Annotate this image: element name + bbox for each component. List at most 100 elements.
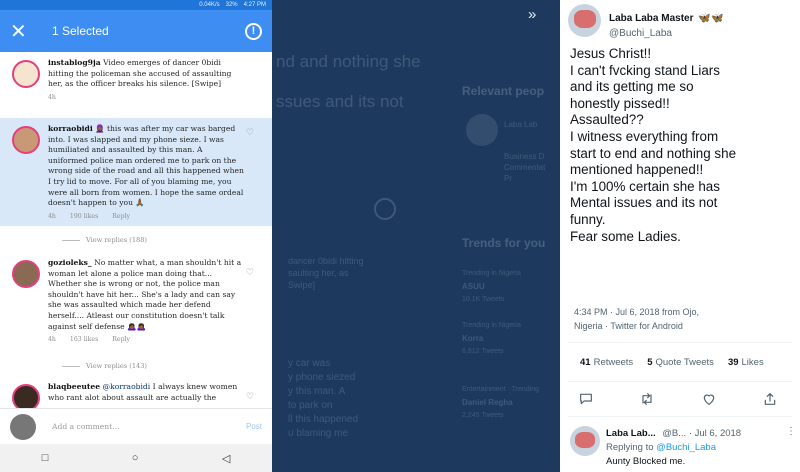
comment-text: 🧕🏾 this was after my car was barged into… (48, 124, 244, 208)
add-comment-bar: Add a comment... Post (0, 408, 272, 444)
reply-handle[interactable]: @B... (662, 428, 686, 439)
likes-number: 39 (727, 357, 739, 368)
avatar (10, 413, 36, 440)
ghost-text: y car was (288, 358, 331, 369)
avatar[interactable] (568, 4, 601, 37)
user-handle[interactable]: @Buchi_Laba (609, 28, 725, 39)
back-icon[interactable]: ◁ (222, 452, 230, 465)
view-replies-label: View replies (188) (86, 236, 148, 244)
instagram-comments-screen: 0.04K/s 32% 4:27 PM ✕ 1 Selected ! insta… (0, 0, 272, 472)
tweet-source: Nigeria · Twitter for Android (574, 321, 683, 331)
retweet-icon[interactable] (639, 391, 655, 410)
tweet-line: Fear some Ladies. (570, 228, 681, 244)
heart-icon[interactable]: ♡ (246, 392, 254, 403)
ghost-text: Trending in Nigeria (462, 322, 521, 329)
avatar[interactable] (12, 60, 40, 88)
dimmed-background: » nd and nothing she ssues and its not R… (272, 0, 560, 472)
ghost-text: ssues and its not (276, 92, 404, 111)
ghost-text: 2,245 Tweets (462, 412, 504, 419)
caption-comment: instablog9ja Video emerges of dancer 0bi… (0, 58, 272, 103)
selected-comment[interactable]: korraobidi 🧕🏾 this was after my car was … (0, 118, 272, 226)
view-replies[interactable]: View replies (188) (62, 236, 147, 244)
ghost-text: Pr (504, 174, 512, 183)
likes-label: Likes (741, 357, 764, 368)
selection-title: 1 Selected (52, 24, 109, 38)
clock: 4:27 PM (243, 2, 266, 8)
status-bar: 0.04K/s 32% 4:27 PM (0, 0, 272, 10)
comment-username[interactable]: blaqbeeutee (48, 382, 100, 391)
like-icon[interactable] (701, 391, 717, 410)
tweet-line: I'm 100% certain she has (570, 178, 720, 194)
battery-level: 32% (225, 2, 238, 8)
retweets-count[interactable]: 41 Retweets (580, 357, 633, 368)
ghost-text: Laba Lab (504, 120, 538, 129)
ghost-text: ll this happened (288, 414, 359, 425)
reply-text: Aunty Blocked me. (606, 456, 686, 467)
more-options-icon[interactable]: ⋮ (786, 426, 796, 437)
avatar[interactable] (12, 126, 40, 154)
tweet-line: Assaulted?? (570, 112, 644, 128)
ghost-text: saulting her, as (288, 268, 349, 278)
quote-tweets-count[interactable]: 5 Quote Tweets (647, 357, 714, 368)
comment-username[interactable]: instablog9ja (48, 58, 101, 67)
likes-count[interactable]: 39 Likes (728, 357, 764, 368)
comment-input[interactable]: Add a comment... (52, 422, 246, 431)
tweet-timestamp[interactable]: 4:34 PM · Jul 6, 2018 from Ojo, (574, 305, 784, 319)
ghost-text: ASUU (462, 282, 485, 291)
heart-icon[interactable]: ♡ (246, 128, 254, 139)
quotes-number: 5 (647, 357, 653, 368)
avatar[interactable] (12, 260, 40, 288)
comment-username[interactable]: korraobidi (48, 124, 93, 133)
tweet-line: funny. (570, 211, 606, 227)
recents-icon[interactable]: □ (42, 452, 49, 464)
display-name[interactable]: Laba Laba Master (609, 13, 693, 24)
ghost-text: Entertainment · Trending (462, 386, 540, 393)
divider (568, 342, 792, 343)
tweet-line: honestly pissed!! (570, 95, 670, 111)
retweets-label: Retweets (593, 357, 634, 368)
quotes-label: Quote Tweets (655, 357, 714, 368)
info-icon[interactable]: ! (245, 22, 262, 40)
post-button[interactable]: Post (246, 422, 262, 431)
butterfly-emoji: 🦋🦋 (697, 13, 725, 24)
tweet-line: Mental issues and its not (570, 195, 718, 211)
reply-link[interactable]: Reply (112, 335, 130, 346)
avatar[interactable] (570, 426, 600, 456)
comment-time: 4h (48, 93, 56, 101)
comment-likes[interactable]: 163 likes (70, 335, 98, 346)
ghost-text: Daniel Regha (462, 398, 513, 407)
divider (568, 381, 792, 382)
ghost-avatar (466, 114, 498, 146)
comment-likes[interactable]: 190 likes (70, 212, 98, 223)
comment-username[interactable]: gozioleks_ (48, 258, 92, 267)
ghost-info-icon (374, 198, 396, 220)
share-icon[interactable] (762, 391, 778, 410)
ghost-text: y this man. A (288, 386, 346, 397)
divider (568, 416, 792, 417)
reply-display-name[interactable]: Laba Lab... (606, 428, 656, 439)
comment-mention[interactable]: @korraobidi (103, 382, 151, 391)
tweet-line: mentioned happened!! (570, 162, 704, 178)
close-icon[interactable]: ✕ (10, 19, 36, 44)
ghost-text: u blaming me (288, 428, 349, 439)
tweet-header: Laba Laba Master 🦋🦋 @Buchi_Laba (568, 4, 725, 39)
comment-icon[interactable] (578, 391, 594, 410)
list-item: gozioleks_ No matter what, a man shouldn… (0, 258, 272, 346)
ghost-heading: Trends for you (462, 236, 546, 250)
ghost-text: Commentat (504, 163, 546, 172)
ghost-text: to park on (288, 400, 333, 411)
home-icon[interactable]: ○ (132, 452, 139, 464)
replying-to-handle[interactable]: @Buchi_Laba (656, 442, 716, 453)
ghost-text: Swipe] (288, 280, 316, 290)
comment-text: No matter what, a man shouldn't hit a wo… (48, 258, 242, 331)
chevron-right-icon[interactable]: » (528, 6, 536, 23)
view-replies[interactable]: View replies (143) (62, 362, 147, 370)
android-nav-bar: □ ○ ◁ (0, 444, 272, 472)
list-item: blaqbeeutee @korraobidi I always knew wo… (0, 382, 272, 412)
selection-toolbar: ✕ 1 Selected ! (0, 10, 272, 52)
ghost-text: 10.1K Tweets (462, 296, 505, 303)
heart-icon[interactable]: ♡ (246, 268, 254, 279)
reply-link[interactable]: Reply (112, 212, 130, 223)
view-replies-label: View replies (143) (86, 362, 148, 370)
ghost-text: dancer 0bidi hitting (288, 256, 364, 266)
